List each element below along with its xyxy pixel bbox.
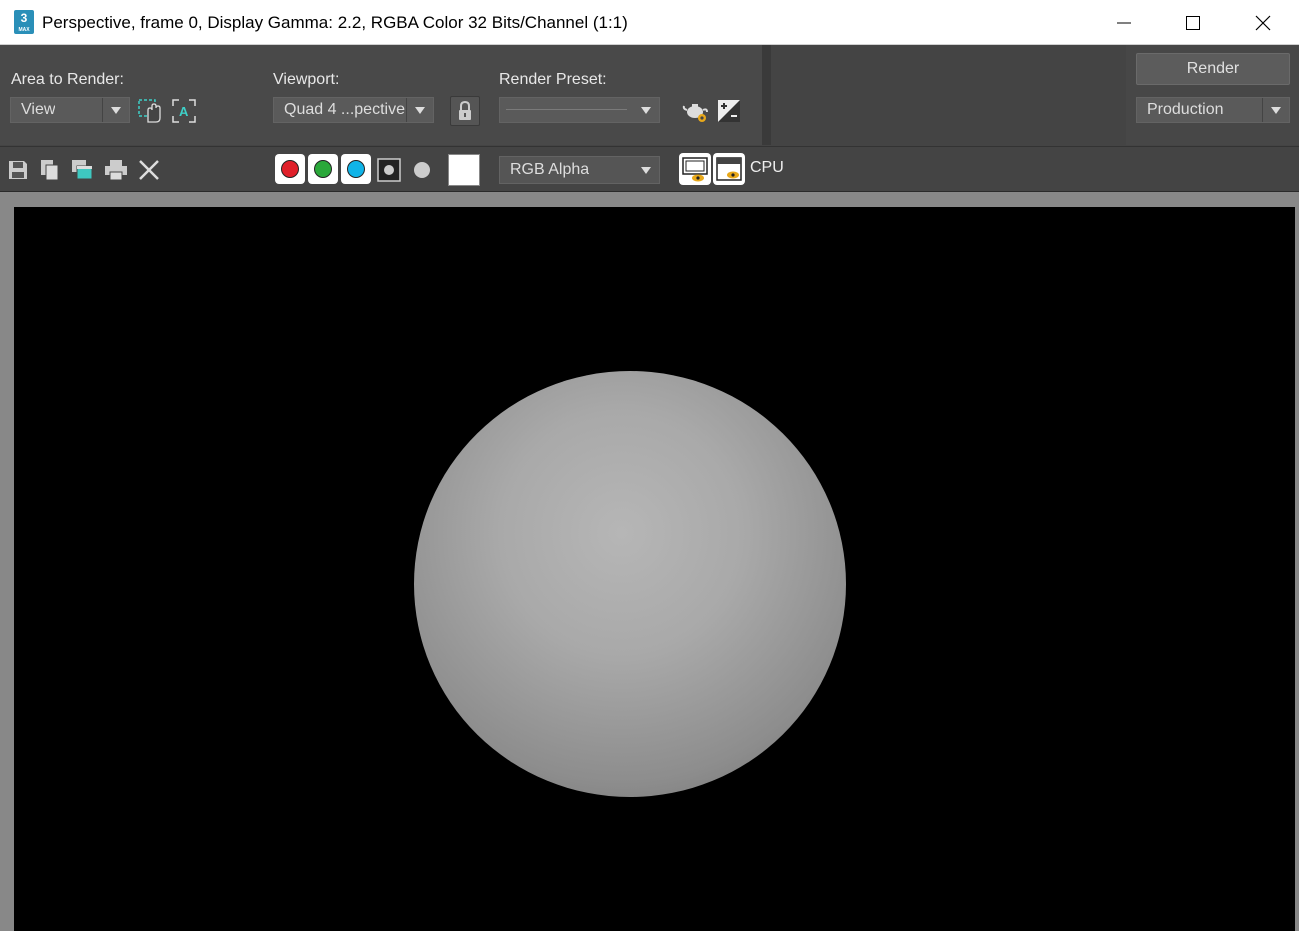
render-setup-button[interactable] xyxy=(682,97,710,125)
close-button[interactable] xyxy=(1228,0,1298,45)
chevron-down-icon xyxy=(102,98,129,122)
chevron-down-icon xyxy=(406,98,433,122)
color-swatch[interactable] xyxy=(448,154,480,186)
clone-window-button[interactable] xyxy=(69,157,95,183)
auto-region-button[interactable]: A xyxy=(170,97,198,125)
lock-viewport-button[interactable] xyxy=(450,96,480,126)
red-channel-icon xyxy=(281,160,299,178)
rendered-image[interactable] xyxy=(14,207,1295,931)
green-channel-icon xyxy=(314,160,332,178)
area-to-render-label: Area to Render: xyxy=(11,71,124,88)
edit-region-button[interactable] xyxy=(136,97,164,125)
renderer-label: CPU xyxy=(750,159,784,176)
clear-image-button[interactable] xyxy=(136,157,162,183)
toggle-ui-overlays-button[interactable] xyxy=(679,153,711,185)
chevron-down-icon xyxy=(1262,98,1289,122)
green-channel-toggle[interactable] xyxy=(308,154,338,184)
area-to-render-dropdown[interactable]: View xyxy=(10,97,130,123)
chevron-down-icon xyxy=(633,157,659,183)
save-image-button[interactable] xyxy=(5,157,31,183)
panel-divider xyxy=(762,45,771,145)
display-alpha-button[interactable] xyxy=(376,157,402,183)
teapot-gear-icon xyxy=(682,104,708,122)
blue-channel-toggle[interactable] xyxy=(341,154,371,184)
window-title: Perspective, frame 0, Display Gamma: 2.2… xyxy=(42,13,628,32)
3dsmax-app-icon: 3 MAX xyxy=(14,10,34,34)
print-image-button[interactable] xyxy=(103,157,129,183)
exposure-control-button[interactable] xyxy=(715,97,743,125)
render-settings-panel: Area to Render: View A Viewport: Quad 4 … xyxy=(0,45,762,145)
lock-icon xyxy=(459,100,471,120)
copy-icon xyxy=(41,160,59,181)
monitor-eye-icon xyxy=(682,157,708,182)
minimize-button[interactable] xyxy=(1089,0,1159,45)
clear-x-icon xyxy=(139,160,159,180)
save-icon xyxy=(9,161,27,179)
empty-panel xyxy=(771,45,1126,145)
render-frame-area xyxy=(0,192,1299,931)
red-channel-toggle[interactable] xyxy=(275,154,305,184)
blue-channel-icon xyxy=(347,160,365,178)
edit-region-hand-icon xyxy=(138,99,161,123)
render-mode-dropdown[interactable]: Production xyxy=(1136,97,1290,123)
render-mode-value: Production xyxy=(1147,101,1224,118)
monochrome-icon xyxy=(414,162,430,178)
print-icon xyxy=(105,160,127,181)
title-bar: 3 MAX Perspective, frame 0, Display Gamm… xyxy=(0,0,1299,45)
preset-placeholder-line xyxy=(506,109,627,110)
exposure-icon xyxy=(718,100,740,122)
app-icon-sub: MAX xyxy=(18,27,30,33)
toggle-ui-button[interactable] xyxy=(713,153,745,185)
clone-window-icon xyxy=(72,160,93,180)
viewport-dropdown[interactable]: Quad 4 ...pective xyxy=(273,97,434,123)
close-icon xyxy=(1255,15,1271,30)
svg-text:A: A xyxy=(179,104,189,119)
channel-display-value: RGB Alpha xyxy=(510,161,590,178)
window-eye-icon xyxy=(716,157,742,181)
alpha-channel-icon xyxy=(377,158,401,182)
area-to-render-value: View xyxy=(21,101,56,118)
app-icon-number: 3 xyxy=(20,11,28,25)
minimize-icon xyxy=(1117,22,1131,23)
channel-display-dropdown[interactable]: RGB Alpha xyxy=(499,156,660,184)
maximize-icon xyxy=(1186,15,1200,30)
render-preset-dropdown[interactable] xyxy=(499,97,660,123)
monochrome-button[interactable] xyxy=(409,157,435,183)
viewport-value: Quad 4 ...pective xyxy=(284,101,405,118)
chevron-down-icon xyxy=(633,98,659,122)
frame-buffer-toolbar: RGB Alpha CPU xyxy=(0,146,1299,192)
maximize-button[interactable] xyxy=(1158,0,1228,45)
viewport-label: Viewport: xyxy=(273,71,340,88)
render-button-panel: Render Production xyxy=(1126,45,1299,145)
rendered-sphere xyxy=(414,371,846,797)
render-preset-label: Render Preset: xyxy=(499,71,607,88)
render-button[interactable]: Render xyxy=(1136,53,1290,85)
copy-image-button[interactable] xyxy=(37,157,63,183)
auto-region-icon: A xyxy=(172,99,196,123)
